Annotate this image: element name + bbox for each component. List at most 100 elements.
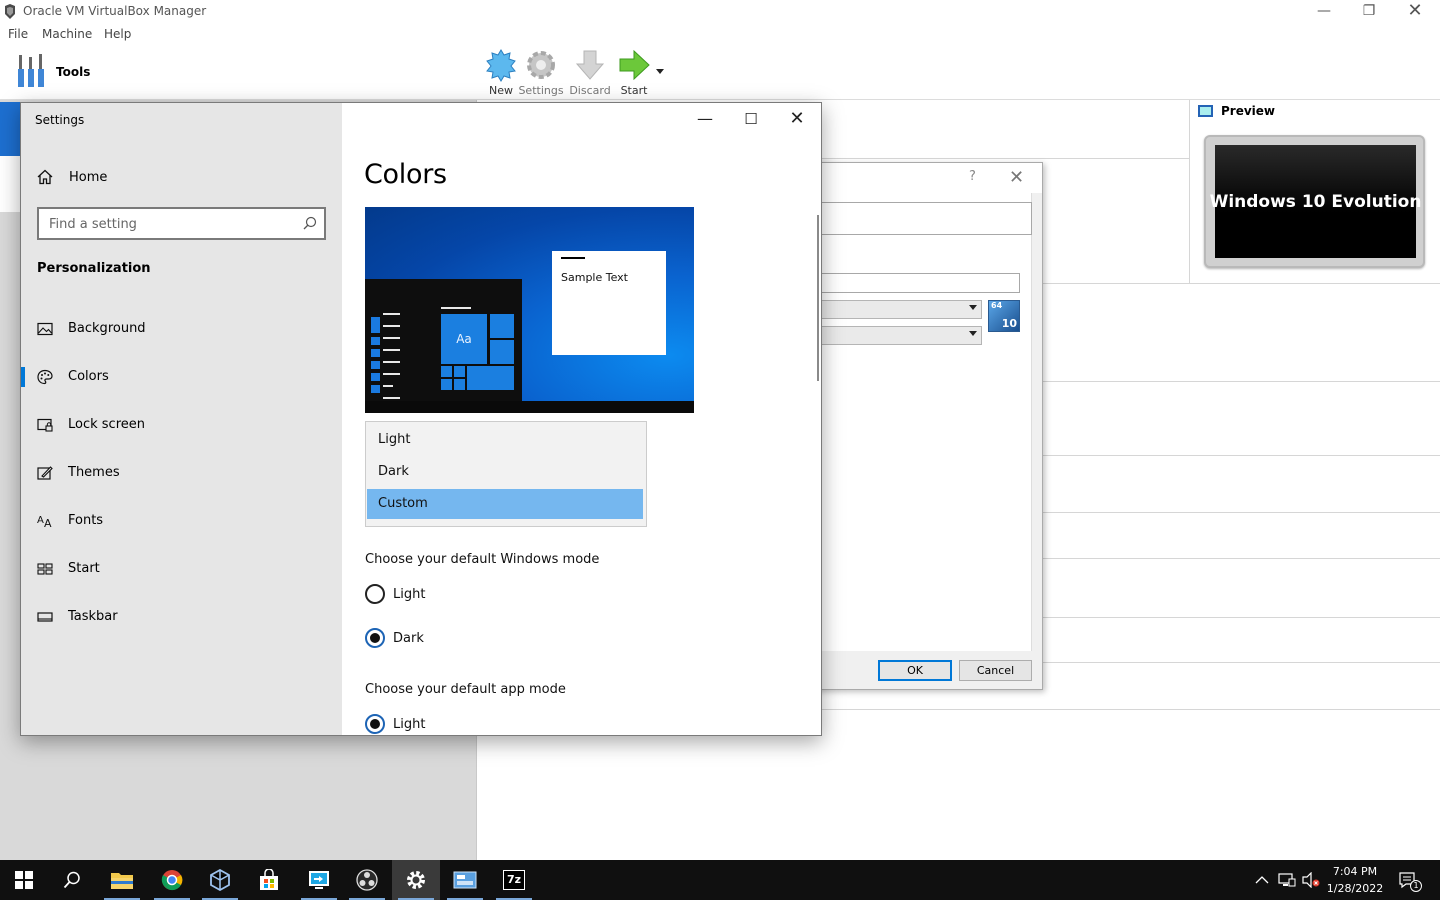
app-mode-label: Choose your default app mode [365,682,566,697]
settings-icon [407,871,425,889]
chrome-taskbar-button[interactable] [148,860,196,900]
settings-close-button[interactable]: ✕ [774,103,820,135]
vbox-restore-button[interactable]: ❐ [1346,0,1392,24]
chevron-down-icon [969,305,977,310]
color-option-custom[interactable]: Custom [367,489,643,519]
control-panel-taskbar-button[interactable] [441,860,489,900]
ok-button[interactable]: OK [878,660,952,681]
vbox-titlebar: Oracle VM VirtualBox Manager — ❐ ✕ [0,0,1440,24]
content-scrollbar[interactable] [817,215,819,381]
choose-color-dropdown[interactable]: Light Dark Custom [365,421,647,527]
palette-icon [37,369,53,385]
settings-taskbar-button[interactable] [392,860,440,900]
menu-file[interactable]: File [8,27,28,41]
nav-item-start[interactable]: Start [21,547,342,591]
virtualbox-icon [210,869,230,891]
name-field[interactable] [801,202,1032,235]
folder-field[interactable] [801,273,1020,293]
action-center-button[interactable]: 1 [1398,860,1422,900]
network-icon [1278,873,1296,887]
taskbar-clock[interactable]: 7:04 PM 1/28/2022 [1324,863,1386,897]
volume-status[interactable] [1302,860,1320,900]
divider [1043,381,1440,382]
preview-monitor-icon [1198,105,1213,117]
preview-sample-text: Sample Text [561,271,628,284]
store-taskbar-button[interactable] [245,860,293,900]
help-button[interactable]: ? [969,169,976,184]
7zip-taskbar-button[interactable]: 7z [490,860,538,900]
windows-mode-light-radio[interactable]: Light [365,583,425,605]
divider [822,709,1440,710]
start-button[interactable] [0,860,48,900]
remote-desktop-taskbar-button[interactable] [295,860,343,900]
dialog-body [801,193,1032,651]
nav-item-colors[interactable]: Colors [21,355,342,399]
nav-home[interactable]: Home [37,167,107,187]
tools-row[interactable]: Tools [0,44,477,100]
settings-window: Settings Home Personalization Background… [20,102,822,736]
section-header: Personalization [37,261,151,276]
notification-count-badge: 1 [1410,880,1422,892]
search-input[interactable] [49,214,289,234]
file-explorer-taskbar-button[interactable] [98,860,146,900]
settings-window-title: Settings [35,113,85,127]
nav-item-themes[interactable]: Themes [21,451,342,495]
obs-taskbar-button[interactable] [343,860,391,900]
clock-time: 7:04 PM [1332,865,1378,878]
preview-tile-aa: Aa [441,314,487,364]
divider [822,158,1189,159]
vm-settings-button[interactable]: Settings [517,46,565,98]
color-option-light[interactable]: Light [367,425,643,455]
7zip-icon: 7z [503,870,525,890]
nav-item-fonts[interactable]: AA Fonts [21,499,342,543]
divider [1043,512,1440,513]
selected-vm-row[interactable] [0,102,22,156]
chevron-down-icon [969,331,977,336]
dialog-close-button[interactable]: ✕ [1009,167,1024,188]
nav-item-lock-screen[interactable]: Lock screen [21,403,342,447]
virtualbox-app-icon [5,4,15,19]
active-indicator [21,367,25,387]
gear-icon [527,51,555,79]
search-button[interactable] [48,860,96,900]
menu-help[interactable]: Help [104,27,131,41]
nav-item-taskbar[interactable]: Taskbar [21,595,342,639]
start-arrow-icon [619,49,650,81]
vbox-minimize-button[interactable]: — [1301,0,1347,24]
type-select[interactable] [801,300,982,319]
windows-10-os-icon: 64 10 [988,300,1020,332]
clock-date: 1/28/2022 [1326,882,1384,895]
vbox-toolbar: New Settings Discard Start [477,44,1440,100]
color-option-dark[interactable]: Dark [367,457,643,487]
version-select[interactable] [801,326,982,345]
settings-content-pane: — ☐ ✕ Colors Aa Sample Text Light Dark C… [342,103,821,735]
radio-circle [365,714,385,734]
svg-text:A: A [44,517,52,529]
search-icon [303,216,317,230]
settings-minimize-button[interactable]: — [682,103,728,135]
discard-button[interactable]: Discard [566,46,614,98]
nav-item-background[interactable]: Background [21,307,342,351]
settings-search-box[interactable] [37,207,326,240]
network-status[interactable] [1278,860,1296,900]
app-mode-light-radio[interactable]: Light [365,713,425,735]
create-vm-dialog: ? ✕ 64 10 OK Cancel [800,162,1043,690]
cancel-button[interactable]: Cancel [959,660,1032,681]
start-vm-button[interactable]: Start [610,46,658,98]
page-title: Colors [364,159,447,190]
show-hidden-icons-button[interactable] [1255,860,1269,900]
search-icon [63,871,80,889]
virtualbox-taskbar-button[interactable] [196,860,244,900]
nav-home-label: Home [69,169,108,185]
start-dropdown-arrow-icon[interactable] [656,69,664,74]
settings-maximize-button[interactable]: ☐ [728,103,774,135]
radio-circle [365,628,385,648]
obs-icon [356,869,378,891]
discard-arrow-icon [575,50,605,80]
tools-icon [18,54,44,87]
windows-mode-dark-radio[interactable]: Dark [365,627,424,649]
vbox-close-button[interactable]: ✕ [1392,0,1438,24]
colors-preview-image: Aa Sample Text [365,207,694,413]
preview-window: Sample Text [552,251,666,355]
menu-machine[interactable]: Machine [42,27,92,41]
